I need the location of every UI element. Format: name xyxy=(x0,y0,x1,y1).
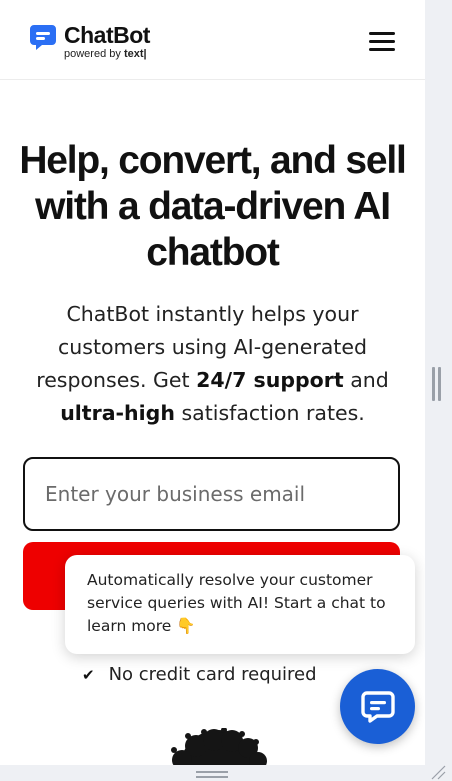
hero-subtitle-bold: 24/7 support xyxy=(196,368,344,392)
hero-subtitle: ChatBot instantly helps your customers u… xyxy=(14,298,411,430)
chat-bubble-icon xyxy=(360,690,395,723)
brand-name: ChatBot xyxy=(64,22,150,48)
hero-subtitle-part: satisfaction rates. xyxy=(174,401,365,425)
no-credit-card-text: No credit card required xyxy=(108,664,317,685)
checkmark-icon: ✔ xyxy=(82,665,95,684)
business-email-input[interactable] xyxy=(23,457,400,531)
page: ChatBot powered by text| Help, convert, … xyxy=(0,0,425,781)
chat-invitation-popup[interactable]: Automatically resolve your customer serv… xyxy=(65,555,415,654)
panel-resize-handle[interactable] xyxy=(432,367,442,401)
chat-invitation-text: Automatically resolve your customer serv… xyxy=(87,571,386,635)
no-credit-card-note: ✔ No credit card required xyxy=(82,664,317,685)
powered-by: powered by text| xyxy=(64,48,150,60)
chatbot-logo[interactable]: ChatBot powered by text| xyxy=(28,22,150,60)
resize-grip-icon[interactable] xyxy=(430,764,446,780)
site-header: ChatBot powered by text| xyxy=(0,0,425,80)
powered-prefix: powered by xyxy=(64,48,124,60)
bottom-drag-handle[interactable] xyxy=(196,771,228,781)
hero-title: Help, convert, and sell with a data-driv… xyxy=(19,139,407,274)
hero-subtitle-part: and xyxy=(343,368,389,392)
chat-bubble-logo-icon xyxy=(30,25,56,50)
logo-text: ChatBot powered by text| xyxy=(64,22,150,60)
chat-launcher-button[interactable] xyxy=(340,669,415,744)
hero-subtitle-bold: ultra-high xyxy=(60,401,175,425)
hamburger-menu-icon[interactable] xyxy=(369,32,395,52)
powered-brand: text| xyxy=(123,48,147,60)
